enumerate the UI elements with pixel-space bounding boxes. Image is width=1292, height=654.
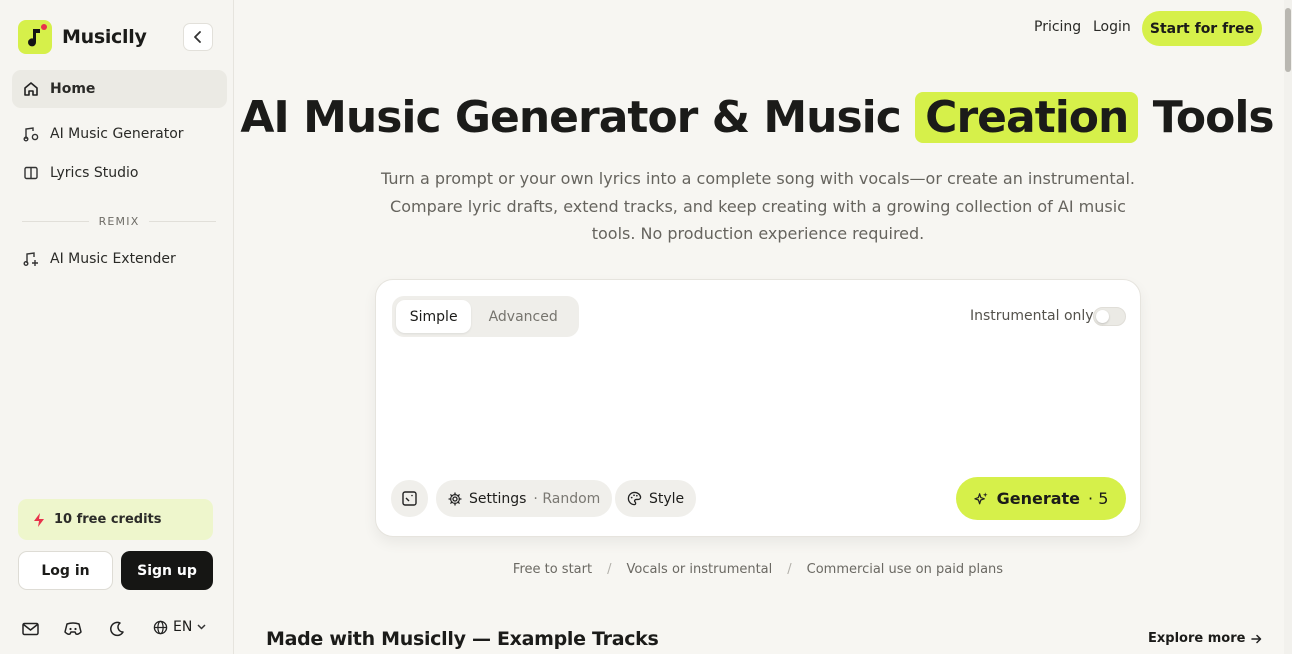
examples-title: Made with Musiclly — Example Tracks	[266, 628, 659, 650]
globe-icon	[153, 620, 168, 634]
feature-item: Commercial use on paid plans	[806, 562, 1004, 577]
feature-separator: /	[787, 562, 792, 577]
settings-value: · Random	[533, 490, 601, 507]
sidebar-item-label: AI Music Extender	[50, 251, 176, 267]
discord-icon[interactable]	[64, 620, 82, 638]
prompt-input[interactable]	[392, 346, 1126, 466]
header-login-link[interactable]: Login	[1093, 19, 1131, 35]
mail-icon[interactable]	[21, 620, 39, 638]
home-icon	[24, 82, 38, 96]
start-for-free-button[interactable]: Start for free	[1142, 11, 1262, 46]
mode-switch: Simple Advanced	[392, 296, 579, 337]
sparkles-icon	[973, 492, 988, 505]
feature-item: Free to start	[512, 562, 593, 577]
generate-button[interactable]: Generate · 5	[956, 477, 1126, 520]
free-credits-badge[interactable]: 10 free credits	[18, 499, 213, 540]
page-title: AI Music Generator & Music Creation Tool…	[240, 92, 1275, 143]
sidebar-item-ai-music-generator[interactable]: AI Music Generator	[12, 115, 227, 153]
pricing-link[interactable]: Pricing	[1034, 19, 1081, 35]
gear-icon	[448, 491, 462, 506]
chevron-down-icon	[197, 624, 206, 630]
language-code: EN	[173, 619, 193, 635]
title-highlight: Creation	[915, 92, 1139, 143]
sidebar-item-lyrics-studio[interactable]: Lyrics Studio	[12, 154, 227, 192]
generate-cost: · 5	[1088, 489, 1109, 508]
hero-subtitle: Turn a prompt or your own lyrics into a …	[380, 169, 1136, 243]
settings-button[interactable]: Settings · Random	[436, 480, 613, 517]
sidebar-item-ai-music-extender[interactable]: AI Music Extender	[12, 240, 227, 278]
sidebar-item-label: AI Music Generator	[50, 126, 184, 142]
book-icon	[24, 166, 38, 180]
dark-mode-moon-icon[interactable]	[108, 620, 126, 638]
brand[interactable]: Musiclly	[18, 20, 147, 54]
page-scrollbar[interactable]	[1284, 0, 1292, 654]
scrollbar-thumb[interactable]	[1285, 8, 1291, 72]
sidebar-item-home[interactable]: Home	[12, 70, 227, 108]
brand-name: Musiclly	[62, 26, 147, 48]
palette-icon	[627, 491, 642, 506]
login-button[interactable]: Log in	[18, 551, 113, 590]
sidebar-item-label: Home	[50, 81, 96, 97]
dice-button[interactable]	[391, 480, 428, 517]
signup-button[interactable]: Sign up	[121, 551, 213, 590]
feature-item: Vocals or instrumental	[626, 562, 773, 577]
feature-separator: /	[607, 562, 612, 577]
language-selector[interactable]: EN	[153, 619, 206, 635]
instrumental-only-label: Instrumental only	[970, 308, 1094, 324]
tab-simple[interactable]: Simple	[396, 300, 472, 333]
chevron-left-icon	[194, 31, 201, 43]
arrow-right-icon	[1251, 634, 1262, 643]
collapse-sidebar-button[interactable]	[183, 23, 213, 51]
music-plus-icon	[23, 252, 38, 266]
music-generator-icon	[23, 127, 39, 142]
style-button[interactable]: Style	[615, 480, 697, 517]
sidebar-item-label: Lyrics Studio	[50, 165, 139, 181]
instrumental-only-toggle[interactable]	[1093, 307, 1126, 326]
composer-card: Simple Advanced Instrumental only Settin…	[375, 279, 1141, 537]
lightning-icon	[34, 512, 44, 527]
tab-advanced[interactable]: Advanced	[471, 300, 575, 333]
feature-list: Free to start / Vocals or instrumental /…	[375, 562, 1141, 577]
logo-music-note-icon	[18, 20, 52, 54]
section-label-remix: REMIX	[22, 215, 216, 228]
explore-more-link[interactable]: Explore more	[1148, 631, 1262, 646]
sidebar: Musiclly Home AI Music Generator Lyrics …	[0, 0, 234, 654]
dice-icon	[402, 491, 417, 506]
